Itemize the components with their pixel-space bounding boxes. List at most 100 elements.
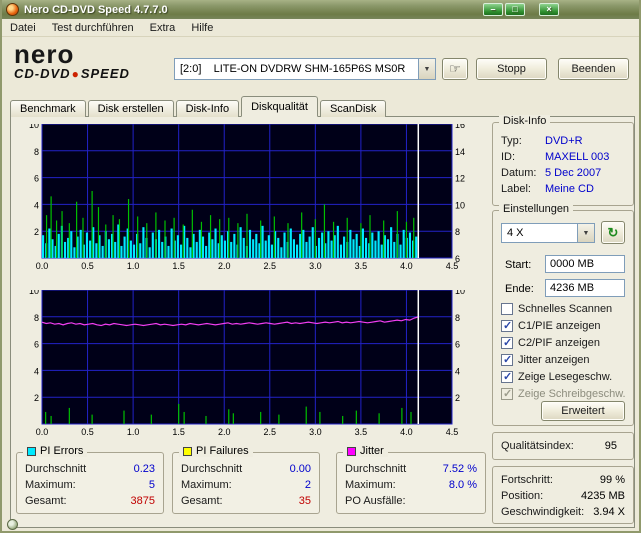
speed-select-value: 4 X — [507, 227, 524, 239]
jitter-panel-title: Jitter — [360, 445, 384, 457]
checkbox-fast-scan-label: Schnelles Scannen — [518, 303, 613, 315]
checkbox-jitter[interactable]: Jitter anzeigen — [501, 353, 590, 366]
eject-hand-button[interactable]: ☞ — [442, 58, 468, 80]
pi-failures-legend-icon — [183, 446, 192, 456]
svg-text:10: 10 — [455, 290, 465, 296]
tab-benchmark[interactable]: Benchmark — [10, 100, 86, 117]
jitter-avg-label: Durchschnitt — [345, 463, 407, 475]
checkbox-box[interactable] — [501, 370, 513, 383]
speed-label: Geschwindigkeit: — [501, 506, 585, 518]
product-right-text: SPEED — [80, 66, 130, 81]
svg-text:3.5: 3.5 — [355, 261, 368, 271]
checkbox-box[interactable] — [501, 303, 513, 315]
minimize-button[interactable]: – — [483, 3, 503, 16]
checkbox-show-read-speed-label: Zeige Lesegeschw. — [518, 371, 613, 383]
refresh-button[interactable]: ↻ — [601, 221, 625, 244]
advanced-button[interactable]: Erweitert — [541, 401, 625, 421]
disc-icon: ● — [71, 67, 80, 81]
disk-type-value: DVD+R — [545, 135, 583, 147]
svg-text:2.0: 2.0 — [218, 427, 231, 437]
speed-select[interactable]: 4 X ▼ — [501, 223, 595, 243]
stop-button[interactable]: Stopp — [476, 58, 547, 80]
menu-extra[interactable]: Extra — [142, 20, 184, 36]
product-name-text: CD-DVD●SPEED — [14, 66, 130, 81]
svg-text:2.5: 2.5 — [264, 261, 277, 271]
svg-text:0.5: 0.5 — [81, 427, 94, 437]
position-label: Position: — [501, 490, 544, 502]
quit-button[interactable]: Beenden — [558, 58, 629, 80]
checkbox-box[interactable] — [501, 336, 513, 349]
checkbox-c1-pie[interactable]: C1/PIE anzeigen — [501, 319, 601, 332]
svg-text:10: 10 — [29, 290, 39, 296]
disk-date-label: Datum: — [501, 167, 537, 179]
menu-test-durchfuehren[interactable]: Test durchführen — [44, 20, 142, 36]
svg-text:4: 4 — [455, 366, 460, 376]
disk-id-label: ID: — [501, 151, 516, 163]
end-label: Ende: — [505, 283, 534, 295]
svg-text:4.5: 4.5 — [446, 427, 459, 437]
checkbox-c1-pie-label: C1/PIE anzeigen — [518, 320, 601, 332]
pi-errors-max-value: 5 — [148, 479, 155, 491]
app-icon — [6, 3, 19, 16]
tab-diskqualitaet[interactable]: Diskqualität — [241, 96, 318, 117]
menubar: Datei Test durchführen Extra Hilfe — [2, 19, 639, 37]
svg-text:8: 8 — [455, 227, 460, 237]
pi-errors-legend-icon — [27, 446, 36, 456]
tab-disk-info[interactable]: Disk-Info — [175, 100, 240, 117]
close-button[interactable]: × — [539, 3, 559, 16]
svg-text:14: 14 — [455, 147, 465, 157]
disk-date-value: 5 Dec 2007 — [545, 167, 602, 179]
speed-value: 3.94 X — [593, 506, 625, 518]
pi-failures-avg-label: Durchschnitt — [181, 463, 243, 475]
jitter-panel: Jitter Durchschnitt 7.52 % Maximum: 8.0 % … — [336, 445, 486, 514]
jitter-chart: 10 8 6 4 2 10 8 6 4 2 0.0 0.5 1.0 1.5 2.0 2.5 3.0 3.5 4.0 4… — [16, 286, 478, 442]
pi-errors-chart: 10 8 6 4 2 16 14 12 10 8 6 0.0 0.5 1.0 1.5 2.0 2.5 3.0 3.5… — [16, 120, 478, 276]
chevron-down-icon[interactable]: ▼ — [577, 224, 594, 242]
svg-text:10: 10 — [29, 124, 39, 130]
chevron-down-icon[interactable]: ▼ — [418, 59, 435, 79]
settings-group-title: Einstellungen — [499, 203, 574, 215]
tab-scandisk[interactable]: ScanDisk — [319, 100, 387, 117]
pi-failures-max-value: 2 — [304, 479, 311, 491]
checkbox-show-read-speed[interactable]: Zeige Lesegeschw. — [501, 370, 613, 383]
pi-failures-panel-caption: PI Failures — [179, 445, 253, 457]
svg-text:3.5: 3.5 — [355, 427, 368, 437]
drive-select[interactable]: [2:0] LITE-ON DVDRW SHM-165P6S MS0R ▼ — [174, 58, 436, 80]
nero-brand-text: nero — [14, 39, 75, 69]
svg-text:1.5: 1.5 — [172, 261, 185, 271]
pi-errors-avg-label: Durchschnitt — [25, 463, 87, 475]
start-label: Start: — [505, 259, 532, 271]
checkbox-c2-pif[interactable]: C2/PIF anzeigen — [501, 336, 600, 349]
window-title: Nero CD-DVD Speed 4.7.7.0 — [24, 3, 168, 16]
progress-value: 99 % — [599, 474, 625, 486]
start-input[interactable]: 0000 MB — [545, 255, 625, 273]
svg-text:4.0: 4.0 — [400, 427, 413, 437]
svg-text:12: 12 — [455, 174, 465, 184]
disk-type-label: Typ: — [501, 135, 522, 147]
svg-text:2: 2 — [455, 393, 460, 403]
svg-text:0.0: 0.0 — [36, 261, 49, 271]
hand-icon: ☞ — [449, 61, 461, 76]
menu-datei[interactable]: Datei — [2, 20, 44, 36]
maximize-button[interactable]: □ — [505, 3, 525, 16]
svg-text:6: 6 — [455, 340, 460, 350]
app-window: Nero CD-DVD Speed 4.7.7.0 – □ × Datei Te… — [0, 0, 641, 533]
tabstrip: Benchmark Disk erstellen Disk-Info Diskq… — [10, 96, 388, 117]
end-input[interactable]: 4236 MB — [545, 279, 625, 297]
status-disc-icon — [7, 519, 18, 530]
checkbox-box[interactable] — [501, 319, 513, 332]
svg-text:4.5: 4.5 — [446, 261, 459, 271]
checkbox-fast-scan[interactable]: Schnelles Scannen — [501, 303, 612, 315]
quality-index-label: Qualitätsindex: — [501, 440, 574, 452]
tab-disk-erstellen[interactable]: Disk erstellen — [87, 100, 174, 117]
checkbox-show-write-speed: Zeige Schreibgeschw. — [501, 387, 626, 400]
svg-text:1.5: 1.5 — [172, 427, 185, 437]
checkbox-box[interactable] — [501, 353, 513, 366]
pi-failures-total-value: 35 — [298, 495, 311, 507]
svg-text:6: 6 — [34, 174, 39, 184]
pi-failures-total-label: Gesamt: — [181, 495, 223, 507]
pi-errors-panel: PI Errors Durchschnitt 0.23 Maximum: 5 Ges… — [16, 445, 164, 514]
svg-text:3.0: 3.0 — [309, 261, 322, 271]
jitter-max-label: Maximum: — [345, 479, 396, 491]
menu-hilfe[interactable]: Hilfe — [183, 20, 221, 36]
